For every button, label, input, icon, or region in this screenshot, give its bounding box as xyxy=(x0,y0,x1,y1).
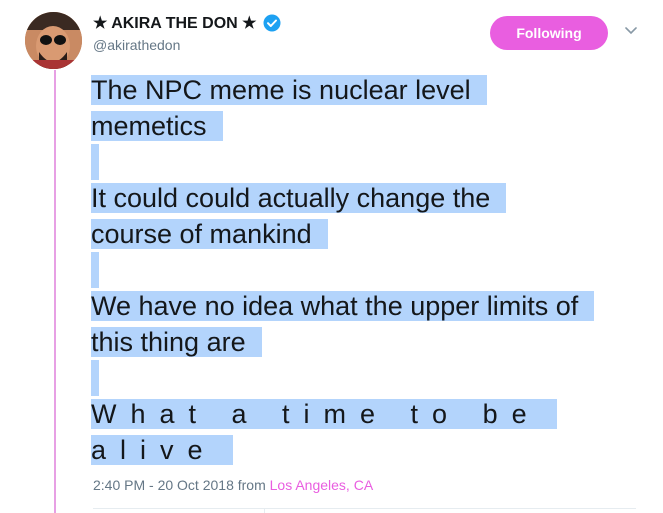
divider-tick xyxy=(264,508,265,513)
tweet-line: course of mankind xyxy=(91,219,328,249)
tweet-timestamp: 2:40 PM - 20 Oct 2018 from Los Angeles, … xyxy=(93,477,373,493)
avatar-image xyxy=(25,12,82,69)
tweet-paragraph: The NPC meme is nuclear level memetics xyxy=(91,72,661,180)
tweet-line: We have no idea what the upper limits of xyxy=(91,291,595,321)
chevron-down-icon[interactable] xyxy=(624,26,638,36)
verified-badge-icon xyxy=(263,14,280,32)
from-label: from xyxy=(237,477,266,493)
tweet-line: It could could actually change the xyxy=(91,183,507,213)
thread-line xyxy=(54,70,56,513)
selection-gap xyxy=(91,144,99,180)
user-handle[interactable]: @akirathedon xyxy=(93,37,180,53)
following-button[interactable]: Following xyxy=(490,16,608,50)
tweet-paragraph: What a time to be alive xyxy=(91,396,661,468)
tweet-paragraph: It could could actually change the cours… xyxy=(91,180,661,288)
display-name[interactable]: ★ AKIRA THE DON ★ xyxy=(93,13,257,33)
location-link[interactable]: Los Angeles, CA xyxy=(270,477,374,493)
divider xyxy=(93,508,636,509)
selection-gap xyxy=(91,360,99,396)
display-name-row[interactable]: ★ AKIRA THE DON ★ xyxy=(93,12,281,34)
selection-gap xyxy=(91,252,99,288)
tweet-text: The NPC meme is nuclear level memetics I… xyxy=(91,72,661,485)
tweet-line: memetics xyxy=(91,111,223,141)
tweet-line: alive xyxy=(91,435,233,465)
tweet-paragraph: We have no idea what the upper limits of… xyxy=(91,288,661,396)
timestamp-text[interactable]: 2:40 PM - 20 Oct 2018 xyxy=(93,477,234,493)
tweet-line: The NPC meme is nuclear level xyxy=(91,75,487,105)
tweet-line: this thing are xyxy=(91,327,262,357)
avatar[interactable] xyxy=(25,12,82,69)
tweet-line: What a time to be xyxy=(91,399,557,429)
